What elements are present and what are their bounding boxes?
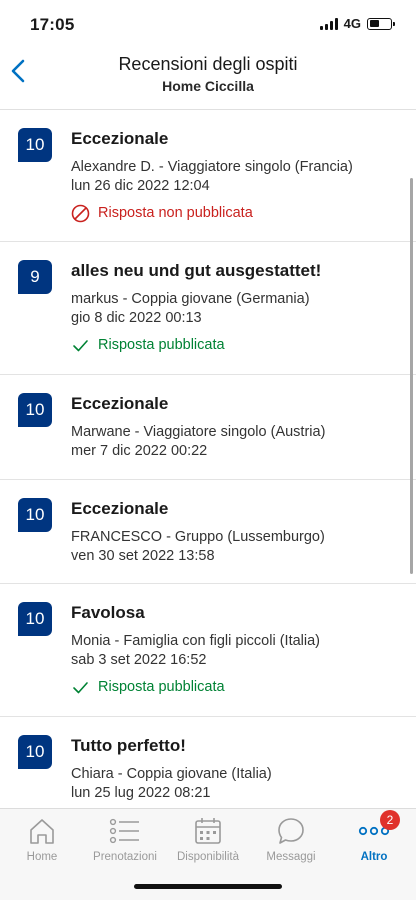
checkmark-icon xyxy=(71,678,90,697)
review-item[interactable]: 10 Favolosa Monia - Famiglia con figli p… xyxy=(0,584,416,717)
score-badge: 10 xyxy=(18,128,52,162)
review-item[interactable]: 10 Tutto perfetto! Chiara - Coppia giova… xyxy=(0,717,416,808)
review-date: lun 25 lug 2022 08:21 xyxy=(71,785,211,801)
scrollbar[interactable] xyxy=(410,178,413,574)
battery-icon xyxy=(367,17,395,30)
page-title: Recensioni degli ospiti xyxy=(118,54,298,74)
review-date: sab 3 set 2022 16:52 xyxy=(71,652,207,668)
tab-reservations[interactable]: Prenotazioni xyxy=(83,815,167,871)
property-name: Home Ciccilla xyxy=(162,78,254,94)
tab-label: Altro xyxy=(360,851,388,863)
review-author: FRANCESCO - Gruppo (Lussemburgo) xyxy=(71,529,325,545)
checkmark-icon xyxy=(71,336,90,355)
review-author: Monia - Famiglia con figli piccoli (Ital… xyxy=(71,633,320,649)
review-date: mer 7 dic 2022 00:22 xyxy=(71,443,208,459)
score-badge: 10 xyxy=(18,735,52,769)
tab-more[interactable]: 2 Altro xyxy=(332,810,416,871)
status-time: 17:05 xyxy=(30,15,75,34)
review-title: Eccezionale xyxy=(71,394,169,413)
tab-label: Prenotazioni xyxy=(93,851,157,863)
review-title: Eccezionale xyxy=(71,499,169,518)
tab-label: Messaggi xyxy=(266,851,316,863)
navigation-header: Recensioni degli ospiti Home Ciccilla xyxy=(0,48,416,110)
status-bar: 17:05 4G xyxy=(0,0,416,48)
score-badge: 9 xyxy=(18,260,52,294)
signal-icon xyxy=(319,17,338,30)
reply-status: Risposta non pubblicata xyxy=(71,204,396,223)
status-indicators: 4G xyxy=(319,16,395,31)
tab-home[interactable]: Home xyxy=(0,815,84,871)
notification-badge: 2 xyxy=(380,810,400,830)
review-date: gio 8 dic 2022 00:13 xyxy=(71,310,202,326)
reply-status-label: Risposta pubblicata xyxy=(98,337,225,353)
review-item[interactable]: 10 Eccezionale Marwane - Viaggiatore sin… xyxy=(0,375,416,480)
review-item[interactable]: 9 alles neu und gut ausgestattet! markus… xyxy=(0,242,416,375)
review-author: Alexandre D. - Viaggiatore singolo (Fran… xyxy=(71,159,353,175)
review-author: markus - Coppia giovane (Germania) xyxy=(71,291,310,307)
network-type: 4G xyxy=(343,16,361,31)
reply-status-label: Risposta pubblicata xyxy=(98,679,225,695)
reply-status-label: Risposta non pubblicata xyxy=(98,205,253,221)
tab-messages[interactable]: Messaggi xyxy=(249,815,333,871)
review-date: lun 26 dic 2022 12:04 xyxy=(71,178,210,194)
home-icon xyxy=(26,815,58,847)
review-list[interactable]: 10 Eccezionale Alexandre D. - Viaggiator… xyxy=(0,110,416,808)
tab-availability[interactable]: Disponibilità xyxy=(166,815,250,871)
review-title: Favolosa xyxy=(71,603,145,622)
chat-bubble-icon xyxy=(275,815,307,847)
review-author: Chiara - Coppia giovane (Italia) xyxy=(71,766,272,782)
calendar-icon xyxy=(192,815,224,847)
score-badge: 10 xyxy=(18,393,52,427)
home-indicator[interactable] xyxy=(134,884,282,889)
review-title: Tutto perfetto! xyxy=(71,736,186,755)
review-author: Marwane - Viaggiatore singolo (Austria) xyxy=(71,424,326,440)
prohibited-icon xyxy=(71,204,90,223)
reply-status: Risposta pubblicata xyxy=(71,336,396,355)
reply-status: Risposta pubblicata xyxy=(71,678,396,697)
review-date: ven 30 set 2022 13:58 xyxy=(71,548,215,564)
tab-label: Disponibilità xyxy=(176,851,239,863)
review-item[interactable]: 10 Eccezionale FRANCESCO - Gruppo (Lusse… xyxy=(0,480,416,584)
more-dots-icon: 2 xyxy=(358,810,400,847)
review-item[interactable]: 10 Eccezionale Alexandre D. - Viaggiator… xyxy=(0,110,416,242)
review-title: alles neu und gut ausgestattet! xyxy=(71,261,322,280)
review-title: Eccezionale xyxy=(71,129,169,148)
list-icon xyxy=(109,815,141,847)
tab-label: Home xyxy=(26,851,58,863)
score-badge: 10 xyxy=(18,498,52,532)
score-badge: 10 xyxy=(18,602,52,636)
